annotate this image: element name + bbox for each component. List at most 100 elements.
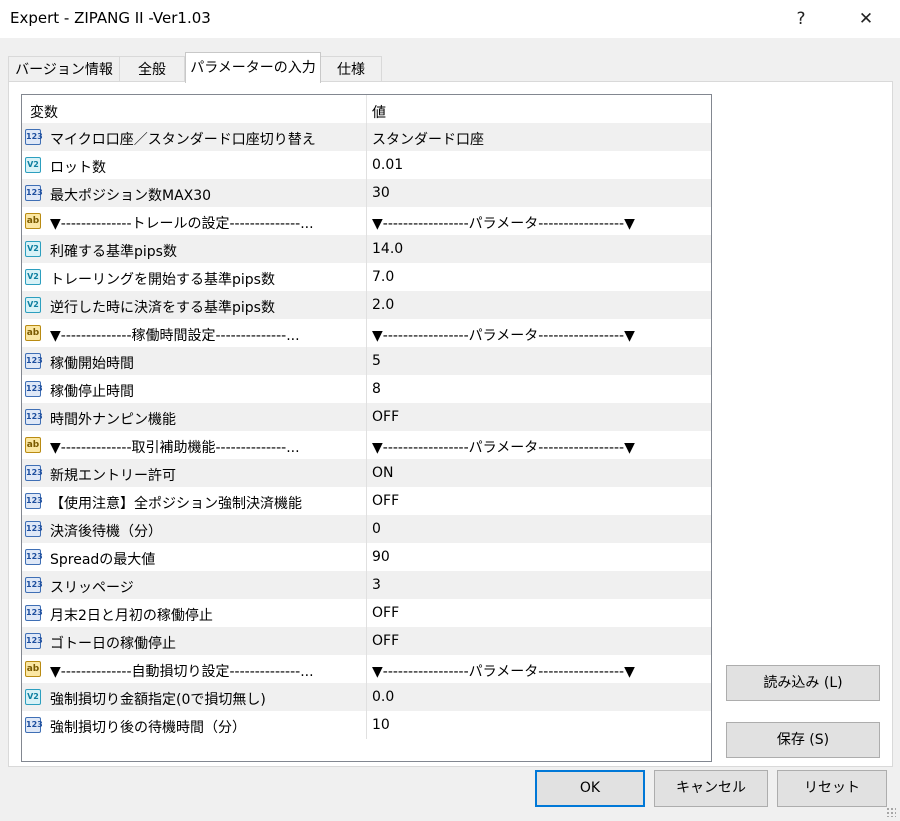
save-button[interactable]: 保存 (S): [726, 722, 880, 758]
tab-strip: バージョン情報 全般 パラメーターの入力 仕様: [8, 52, 893, 83]
parameter-value[interactable]: ▼-----------------パラメータ-----------------…: [372, 213, 704, 233]
tab-parameters[interactable]: パラメーターの入力: [185, 52, 321, 83]
table-row[interactable]: 123 Spreadの最大値 90: [22, 543, 711, 571]
parameter-value[interactable]: 3: [372, 577, 704, 593]
cell-divider: [366, 375, 367, 403]
cell-divider: [366, 123, 367, 151]
table-row[interactable]: V2 トレーリングを開始する基準pips数 7.0: [22, 263, 711, 291]
int-type-icon: 123: [25, 185, 43, 201]
double-type-icon: V2: [25, 689, 41, 705]
table-row[interactable]: V2 強制損切り金額指定(0で損切無し) 0.0: [22, 683, 711, 711]
int-type-icon: 123: [25, 493, 43, 509]
title-bar: Expert - ZIPANG II -Ver1.03 ? ✕: [0, 0, 900, 38]
parameter-value[interactable]: 5: [372, 353, 704, 369]
resize-grip-icon[interactable]: [886, 807, 896, 817]
parameter-value[interactable]: OFF: [372, 493, 704, 509]
parameter-value[interactable]: 0.01: [372, 157, 704, 173]
table-row[interactable]: 123 時間外ナンピン機能 OFF: [22, 403, 711, 431]
cell-divider: [366, 571, 367, 599]
window-title: Expert - ZIPANG II -Ver1.03: [10, 9, 211, 27]
table-row[interactable]: 123 新規エントリー許可 ON: [22, 459, 711, 487]
load-button[interactable]: 読み込み (L): [726, 665, 880, 701]
cancel-button[interactable]: キャンセル: [654, 770, 768, 807]
table-row[interactable]: 123 稼働開始時間 5: [22, 347, 711, 375]
table-row[interactable]: ab ▼--------------取引補助機能--------------...…: [22, 431, 711, 459]
parameter-name: 最大ポジション数MAX30: [50, 188, 212, 204]
column-header-variable[interactable]: 変数: [30, 102, 58, 122]
parameter-name: 決済後待機（分）: [50, 524, 162, 540]
int-type-icon: 123: [25, 549, 43, 565]
cell-divider: [366, 151, 367, 179]
string-type-icon: ab: [25, 213, 41, 229]
parameter-name: スリッページ: [50, 580, 134, 596]
cell-divider: [366, 515, 367, 543]
parameter-value[interactable]: 0: [372, 521, 704, 537]
parameter-name: Spreadの最大値: [50, 552, 156, 568]
table-row[interactable]: 123 月末2日と月初の稼働停止 OFF: [22, 599, 711, 627]
close-icon[interactable]: ✕: [843, 0, 889, 38]
int-type-icon: 123: [25, 465, 43, 481]
table-row[interactable]: 123 稼働停止時間 8: [22, 375, 711, 403]
parameter-value[interactable]: ▼-----------------パラメータ-----------------…: [372, 325, 704, 345]
parameter-value[interactable]: 8: [372, 381, 704, 397]
reset-button[interactable]: リセット: [777, 770, 887, 807]
parameter-value[interactable]: 30: [372, 185, 704, 201]
parameter-name: 強制損切り金額指定(0で損切無し): [50, 692, 266, 708]
cell-divider: [366, 459, 367, 487]
parameter-value[interactable]: 2.0: [372, 297, 704, 313]
table-row[interactable]: 123 マイクロ口座／スタンダード口座切り替え スタンダード口座: [22, 123, 711, 151]
cell-divider: [366, 627, 367, 655]
parameter-name: 稼働開始時間: [50, 356, 134, 372]
parameter-value[interactable]: ON: [372, 465, 704, 481]
parameter-name: 稼働停止時間: [50, 384, 134, 400]
parameter-value[interactable]: ▼-----------------パラメータ-----------------…: [372, 437, 704, 457]
parameter-value[interactable]: スタンダード口座: [372, 129, 704, 149]
parameter-value[interactable]: ▼-----------------パラメータ-----------------…: [372, 661, 704, 681]
parameter-name: マイクロ口座／スタンダード口座切り替え: [50, 132, 316, 148]
tab-specification[interactable]: 仕様: [320, 56, 382, 82]
ok-button[interactable]: OK: [535, 770, 645, 807]
int-type-icon: 123: [25, 521, 43, 537]
int-type-icon: 123: [25, 129, 43, 145]
column-divider[interactable]: [366, 95, 367, 123]
table-row[interactable]: 123 決済後待機（分） 0: [22, 515, 711, 543]
table-row[interactable]: 123 最大ポジション数MAX30 30: [22, 179, 711, 207]
parameter-value[interactable]: 0.0: [372, 689, 704, 705]
table-row[interactable]: 123 【使用注意】全ポジション強制決済機能 OFF: [22, 487, 711, 515]
parameter-name: 新規エントリー許可: [50, 468, 176, 484]
table-row[interactable]: 123 スリッページ 3: [22, 571, 711, 599]
double-type-icon: V2: [25, 157, 41, 173]
cell-divider: [366, 599, 367, 627]
cell-divider: [366, 263, 367, 291]
table-row[interactable]: V2 逆行した時に決済をする基準pips数 2.0: [22, 291, 711, 319]
parameter-value[interactable]: OFF: [372, 633, 704, 649]
help-icon[interactable]: ?: [778, 0, 824, 38]
tab-version-info[interactable]: バージョン情報: [8, 56, 120, 82]
string-type-icon: ab: [25, 661, 41, 677]
cell-divider: [366, 711, 367, 739]
string-type-icon: ab: [25, 437, 41, 453]
table-row[interactable]: 123 ゴトー日の稼働停止 OFF: [22, 627, 711, 655]
int-type-icon: 123: [25, 381, 43, 397]
parameter-value[interactable]: 90: [372, 549, 704, 565]
cell-divider: [366, 319, 367, 347]
table-row[interactable]: ab ▼--------------稼働時間設定--------------...…: [22, 319, 711, 347]
parameter-value[interactable]: OFF: [372, 409, 704, 425]
parameter-name: 強制損切り後の待機時間（分）: [50, 720, 246, 736]
parameter-value[interactable]: OFF: [372, 605, 704, 621]
parameter-value[interactable]: 14.0: [372, 241, 704, 257]
table-row[interactable]: 123 強制損切り後の待機時間（分） 10: [22, 711, 711, 739]
table-row[interactable]: V2 ロット数 0.01: [22, 151, 711, 179]
table-row[interactable]: ab ▼--------------トレールの設定--------------..…: [22, 207, 711, 235]
column-header-value[interactable]: 値: [372, 102, 386, 122]
parameter-name: 逆行した時に決済をする基準pips数: [50, 300, 275, 316]
parameter-name: ゴトー日の稼働停止: [50, 636, 176, 652]
cell-divider: [366, 291, 367, 319]
table-row[interactable]: ab ▼--------------自動損切り設定--------------..…: [22, 655, 711, 683]
parameter-value[interactable]: 7.0: [372, 269, 704, 285]
table-row[interactable]: V2 利確する基準pips数 14.0: [22, 235, 711, 263]
tab-general[interactable]: 全般: [119, 56, 185, 82]
double-type-icon: V2: [25, 241, 41, 257]
parameter-grid: 変数 値 123 マイクロ口座／スタンダード口座切り替え スタンダード口座 V2 ロット…: [21, 94, 712, 762]
parameter-value[interactable]: 10: [372, 717, 704, 733]
